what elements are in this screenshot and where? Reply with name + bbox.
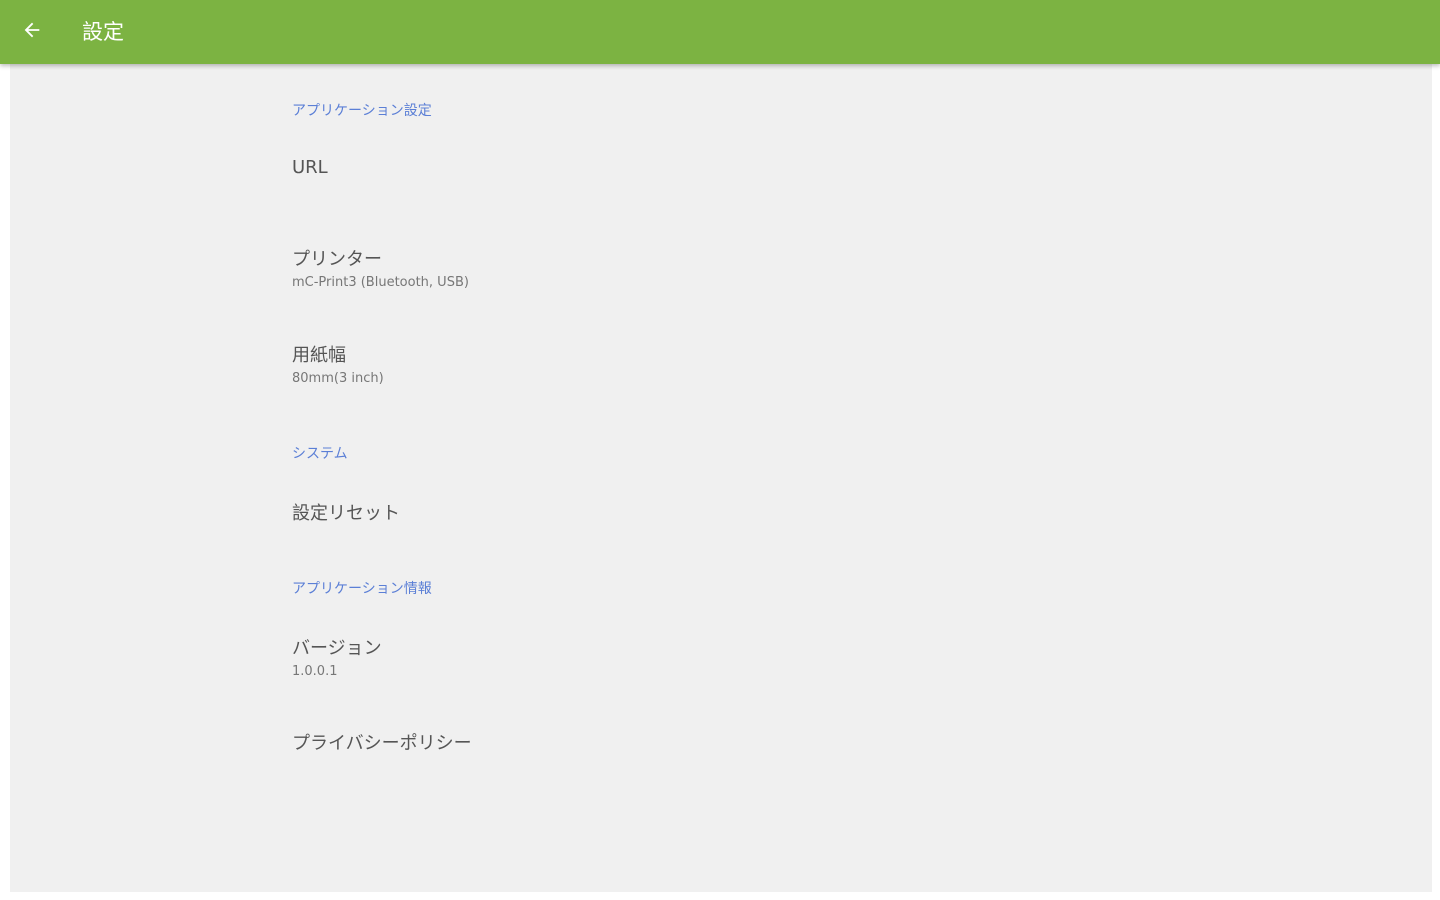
pref-paper-width[interactable]: 用紙幅 80mm(3 inch) [292, 344, 1192, 388]
pref-version-summary: 1.0.0.1 [292, 664, 338, 679]
pref-printer[interactable]: プリンター mC-Print3 (Bluetooth, USB) [292, 248, 1192, 292]
arrow-left-icon [21, 19, 43, 45]
app-bar: 設定 [0, 0, 1440, 64]
pref-paper-width-summary: 80mm(3 inch) [292, 371, 384, 386]
page-title: 設定 [82, 20, 124, 44]
pref-privacy-policy[interactable]: プライバシーポリシー [292, 732, 1192, 756]
section-header-app-settings: アプリケーション設定 [292, 103, 432, 119]
pref-printer-summary: mC-Print3 (Bluetooth, USB) [292, 275, 469, 290]
pref-printer-title: プリンター [292, 249, 382, 270]
section-header-app-info: アプリケーション情報 [292, 581, 432, 597]
pref-settings-reset[interactable]: 設定リセット [292, 502, 1192, 526]
pref-url[interactable]: URL [292, 156, 1192, 180]
pref-url-title: URL [292, 157, 328, 178]
pref-privacy-policy-title: プライバシーポリシー [292, 733, 472, 754]
pref-settings-reset-title: 設定リセット [292, 503, 400, 524]
pref-version[interactable]: バージョン 1.0.0.1 [292, 637, 1192, 681]
pref-paper-width-title: 用紙幅 [292, 345, 346, 366]
settings-content[interactable]: アプリケーション設定 URL プリンター mC-Print3 (Bluetoot… [10, 64, 1432, 892]
back-button[interactable] [14, 14, 50, 50]
pref-version-title: バージョン [292, 638, 382, 659]
section-header-system: システム [292, 446, 348, 462]
